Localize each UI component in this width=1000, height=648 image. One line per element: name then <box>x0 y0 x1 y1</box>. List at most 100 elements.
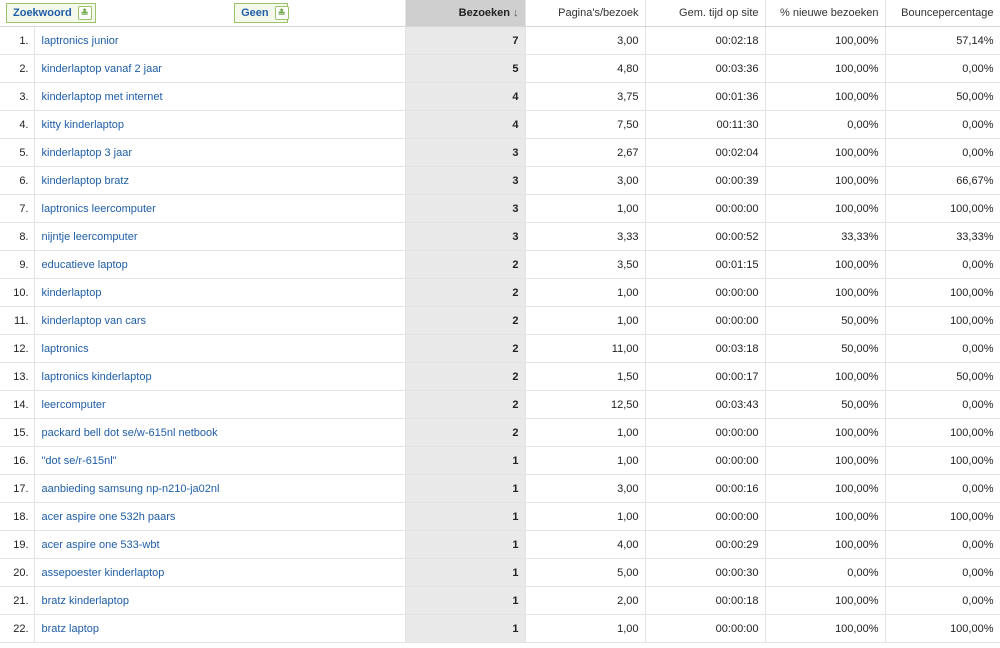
row-index: 19. <box>0 530 35 559</box>
keyword-link[interactable]: leercomputer <box>42 399 106 411</box>
keyword-link[interactable]: packard bell dot se/w-615nl netbook <box>42 427 218 439</box>
keyword-link[interactable]: kinderlaptop 3 jaar <box>42 147 133 159</box>
pages-per-visit-cell: 3,00 <box>525 166 646 195</box>
new-visits-cell: 100,00% <box>765 530 886 559</box>
keyword-link[interactable]: nijntje leercomputer <box>42 231 138 243</box>
row-index: 1. <box>0 26 35 55</box>
keyword-link[interactable]: kitty kinderlaptop <box>42 119 125 131</box>
keyword-cell: kinderlaptop met internet <box>34 82 406 111</box>
new-visits-cell: 100,00% <box>765 278 886 307</box>
bounce-rate-cell: 100,00% <box>885 502 1000 531</box>
visits-cell: 2 <box>405 418 526 447</box>
new-visits-cell: 100,00% <box>765 82 886 111</box>
column-header-pages-per-visit[interactable]: Pagina's/bezoek <box>525 0 646 27</box>
pages-per-visit-cell: 5,00 <box>525 558 646 587</box>
keyword-cell: "dot se/r-615nl" <box>34 446 406 475</box>
visits-cell: 1 <box>405 502 526 531</box>
keyword-link[interactable]: kinderlaptop <box>42 287 102 299</box>
visits-cell: 2 <box>405 362 526 391</box>
keyword-link[interactable]: laptronics <box>42 343 89 355</box>
pages-per-visit-cell: 1,00 <box>525 278 646 307</box>
keyword-link[interactable]: kinderlaptop met internet <box>42 91 163 103</box>
secondary-dimension-label: Geen <box>241 7 269 19</box>
bounce-header-label: Bouncepercentage <box>901 7 994 19</box>
row-index: 13. <box>0 362 35 391</box>
chevron-down-icon: ≛ <box>77 6 92 21</box>
table-row: 16. "dot se/r-615nl" 1 1,00 00:00:00 100,00% 1… <box>0 446 1000 475</box>
keyword-link[interactable]: bratz laptop <box>42 623 99 635</box>
column-header-avg-time[interactable]: Gem. tijd op site <box>645 0 766 27</box>
new-visits-cell: 100,00% <box>765 446 886 475</box>
bounce-rate-cell: 0,00% <box>885 558 1000 587</box>
keyword-cell: acer aspire one 533-wbt <box>34 530 406 559</box>
pages-per-visit-cell: 12,50 <box>525 390 646 419</box>
row-index: 7. <box>0 194 35 223</box>
keyword-link[interactable]: aanbieding samsung np-n210-ja02nl <box>42 483 220 495</box>
table-header-row: Zoekwoord ≛ Geen ≛ Bezoeken ↓ Pagina's/bezo… <box>0 0 1000 27</box>
keyword-link[interactable]: kinderlaptop vanaf 2 jaar <box>42 63 162 75</box>
keyword-link[interactable]: laptronics junior <box>42 35 119 47</box>
bounce-rate-cell: 0,00% <box>885 54 1000 83</box>
bounce-rate-cell: 66,67% <box>885 166 1000 195</box>
table-row: 11. kinderlaptop van cars 2 1,00 00:00:00 50,… <box>0 306 1000 335</box>
avg-time-cell: 00:00:00 <box>645 614 766 643</box>
new-visits-cell: 100,00% <box>765 54 886 83</box>
row-index: 6. <box>0 166 35 195</box>
visits-cell: 1 <box>405 530 526 559</box>
table-row: 22. bratz laptop 1 1,00 00:00:00 100,00% 100,0… <box>0 614 1000 643</box>
bounce-rate-cell: 50,00% <box>885 362 1000 391</box>
row-index: 10. <box>0 278 35 307</box>
avg-time-cell: 00:00:00 <box>645 194 766 223</box>
pages-per-visit-cell: 3,00 <box>525 26 646 55</box>
new-visits-cell: 50,00% <box>765 390 886 419</box>
column-header-new-visits[interactable]: % nieuwe bezoeken <box>765 0 886 27</box>
new-visits-cell: 50,00% <box>765 306 886 335</box>
visits-cell: 3 <box>405 222 526 251</box>
column-header-visits[interactable]: Bezoeken ↓ <box>405 0 526 27</box>
visits-cell: 7 <box>405 26 526 55</box>
visits-cell: 5 <box>405 54 526 83</box>
pages-per-visit-cell: 1,50 <box>525 362 646 391</box>
keyword-cell: kitty kinderlaptop <box>34 110 406 139</box>
keyword-link[interactable]: kinderlaptop bratz <box>42 175 129 187</box>
keyword-cell: nijntje leercomputer <box>34 222 406 251</box>
pages-per-visit-cell: 11,00 <box>525 334 646 363</box>
new-visits-cell: 33,33% <box>765 222 886 251</box>
keyword-link[interactable]: laptronics kinderlaptop <box>42 371 152 383</box>
table-row: 17. aanbieding samsung np-n210-ja02nl 1 3,0… <box>0 474 1000 503</box>
column-header-bounce-rate[interactable]: Bouncepercentage <box>885 0 1000 27</box>
keyword-link[interactable]: assepoester kinderlaptop <box>42 567 165 579</box>
row-index: 17. <box>0 474 35 503</box>
new-visits-cell: 100,00% <box>765 26 886 55</box>
visits-cell: 2 <box>405 306 526 335</box>
primary-dimension-dropdown[interactable]: Zoekwoord ≛ <box>6 3 96 23</box>
avg-time-header-label: Gem. tijd op site <box>679 7 759 19</box>
secondary-dimension-dropdown[interactable]: Geen ≛ <box>234 3 289 23</box>
avg-time-cell: 00:11:30 <box>645 110 766 139</box>
pages-per-visit-cell: 1,00 <box>525 418 646 447</box>
keyword-link[interactable]: kinderlaptop van cars <box>42 315 147 327</box>
pages-per-visit-cell: 1,00 <box>525 194 646 223</box>
visits-cell: 3 <box>405 138 526 167</box>
row-index: 15. <box>0 418 35 447</box>
pages-per-visit-cell: 1,00 <box>525 614 646 643</box>
keyword-link[interactable]: laptronics leercomputer <box>42 203 156 215</box>
keyword-link[interactable]: "dot se/r-615nl" <box>42 455 117 467</box>
table-row: 19. acer aspire one 533-wbt 1 4,00 00:00:29 1… <box>0 530 1000 559</box>
keyword-link[interactable]: bratz kinderlaptop <box>42 595 129 607</box>
table-row: 7. laptronics leercomputer 3 1,00 00:00:00 10… <box>0 194 1000 223</box>
keyword-link[interactable]: acer aspire one 533-wbt <box>42 539 160 551</box>
table-row: 1. laptronics junior 7 3,00 00:02:18 100,00% 5… <box>0 26 1000 55</box>
keyword-cell: packard bell dot se/w-615nl netbook <box>34 418 406 447</box>
keyword-link[interactable]: educatieve laptop <box>42 259 128 271</box>
pages-per-visit-cell: 4,80 <box>525 54 646 83</box>
keyword-cell: aanbieding samsung np-n210-ja02nl <box>34 474 406 503</box>
avg-time-cell: 00:00:00 <box>645 418 766 447</box>
keyword-link[interactable]: acer aspire one 532h paars <box>42 511 176 523</box>
visits-cell: 4 <box>405 110 526 139</box>
pages-per-visit-cell: 3,00 <box>525 474 646 503</box>
keyword-cell: laptronics <box>34 334 406 363</box>
visits-cell: 1 <box>405 558 526 587</box>
bounce-rate-cell: 57,14% <box>885 26 1000 55</box>
avg-time-cell: 00:03:18 <box>645 334 766 363</box>
